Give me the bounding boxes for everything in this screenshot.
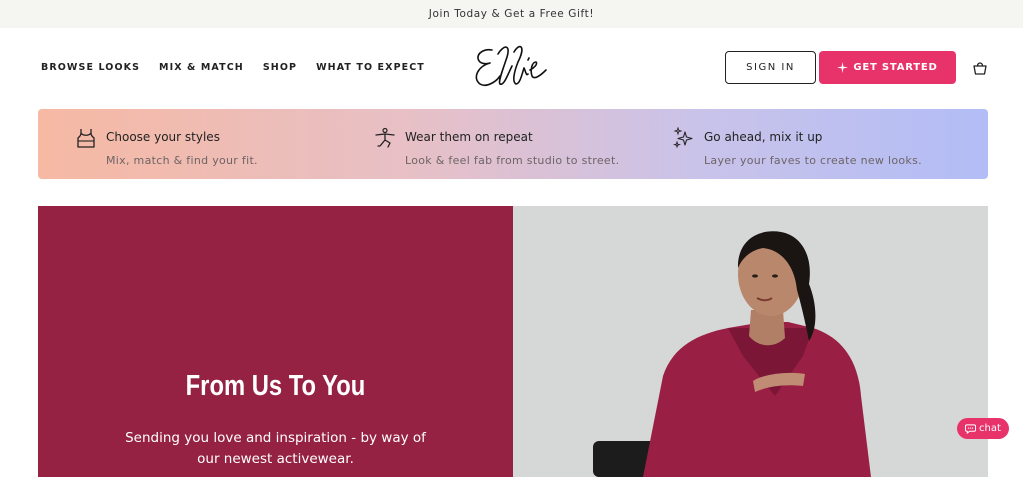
hero-text-panel: From Us To You Sending you love and insp… bbox=[38, 206, 513, 477]
announcement-bar: Join Today & Get a Free Gift! bbox=[0, 0, 1023, 28]
ellie-logo[interactable] bbox=[468, 38, 558, 94]
hero-image bbox=[513, 206, 988, 477]
main-nav: BROWSE LOOKS MIX & MATCH SHOP WHAT TO EX… bbox=[41, 62, 425, 73]
nav-browse-looks[interactable]: BROWSE LOOKS bbox=[41, 62, 140, 73]
how-it-works-banner: Choose your styles Mix, match & find you… bbox=[38, 109, 988, 179]
announcement-text: Join Today & Get a Free Gift! bbox=[428, 8, 595, 20]
sign-in-button[interactable]: SIGN IN bbox=[725, 51, 816, 84]
site-header: BROWSE LOOKS MIX & MATCH SHOP WHAT TO EX… bbox=[0, 28, 1023, 108]
step-title: Wear them on repeat bbox=[405, 130, 533, 144]
step-title: Go ahead, mix it up bbox=[704, 130, 823, 144]
hero-subtitle-line2: our newest activewear. bbox=[197, 451, 354, 467]
sparkle-icon bbox=[837, 62, 849, 73]
step-description: Look & feel fab from studio to street. bbox=[405, 154, 620, 167]
step-title: Choose your styles bbox=[106, 130, 220, 144]
step-description: Layer your faves to create new looks. bbox=[704, 154, 922, 167]
get-started-label: GET STARTED bbox=[853, 62, 938, 73]
chat-button[interactable]: chat bbox=[957, 418, 1009, 439]
nav-mix-and-match[interactable]: MIX & MATCH bbox=[159, 62, 244, 73]
yoga-pose-icon bbox=[375, 127, 395, 148]
hero-subtitle-line1: Sending you love and inspiration - by wa… bbox=[125, 430, 426, 446]
hero-title: From Us To You bbox=[185, 370, 366, 402]
nav-shop[interactable]: SHOP bbox=[263, 62, 297, 73]
sign-in-label: SIGN IN bbox=[746, 62, 795, 73]
chat-label: chat bbox=[979, 423, 1001, 434]
tank-top-icon bbox=[77, 129, 95, 148]
get-started-button[interactable]: GET STARTED bbox=[819, 51, 956, 84]
hero-subtitle: Sending you love and inspiration - by wa… bbox=[38, 428, 513, 470]
chat-bubble-icon bbox=[965, 424, 977, 434]
shopping-bag-icon[interactable] bbox=[972, 60, 988, 76]
sparkles-icon bbox=[673, 127, 693, 149]
model-photo bbox=[513, 206, 988, 477]
step-description: Mix, match & find your fit. bbox=[106, 154, 258, 167]
nav-what-to-expect[interactable]: WHAT TO EXPECT bbox=[316, 62, 425, 73]
